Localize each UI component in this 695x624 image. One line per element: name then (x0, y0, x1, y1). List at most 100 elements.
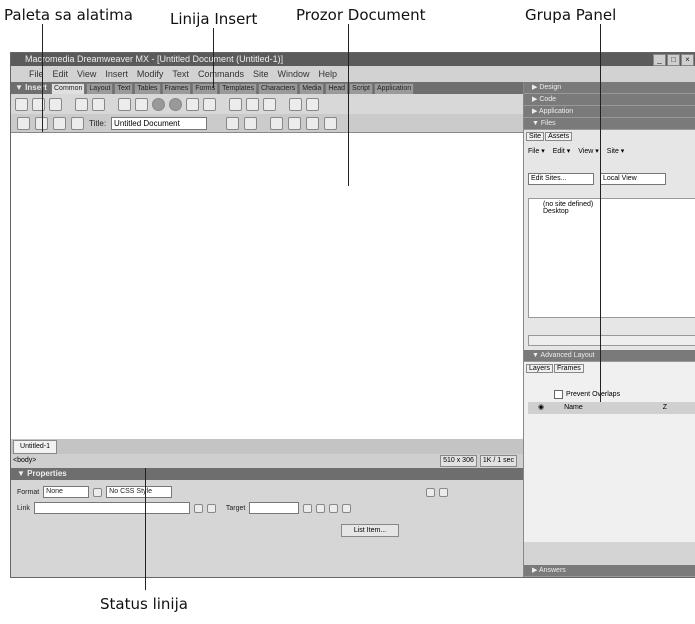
document-title-input[interactable] (111, 116, 208, 130)
document-tab[interactable]: Untitled-1 (13, 440, 57, 454)
adv-tab-layers[interactable]: Layers (526, 364, 554, 373)
menu-help[interactable]: Help (318, 66, 337, 82)
menu-edit[interactable]: Edit (53, 66, 69, 82)
layer-icon[interactable] (92, 97, 105, 111)
callout-panel-group: Grupa Panel (525, 6, 617, 24)
reference-icon[interactable] (288, 116, 302, 130)
view-options-icon[interactable] (324, 116, 338, 130)
style-icon (93, 487, 103, 497)
adv-tab-frames[interactable]: Frames (554, 364, 584, 373)
code-view-icon[interactable] (17, 116, 30, 130)
panel-files[interactable]: ▼ Files (524, 118, 695, 130)
layers-grid-header: ◉ Name Z (528, 402, 695, 414)
preview-browser-icon[interactable] (244, 116, 258, 130)
download-time: 1K / 1 sec (479, 455, 517, 467)
insert-icons-row (11, 94, 523, 114)
files-menu: File ▾ Edit ▾ View ▾ Site ▾ (524, 147, 695, 155)
panel-code[interactable]: ▶ Code (524, 94, 695, 106)
leader-document (348, 24, 349, 186)
prevent-overlaps-checkbox[interactable]: Prevent Overlaps (554, 390, 620, 399)
files-menu-site[interactable]: Site ▾ (607, 147, 625, 155)
window-controls: _ □ × (653, 54, 694, 66)
indent-icon[interactable] (342, 503, 352, 513)
italic-icon[interactable] (439, 487, 449, 497)
image-icon[interactable] (118, 97, 131, 111)
bold-icon[interactable] (426, 487, 436, 497)
menu-commands[interactable]: Commands (198, 66, 244, 82)
link-input[interactable] (33, 502, 190, 514)
properties-title[interactable]: ▼ Properties (11, 468, 523, 480)
named-anchor-icon[interactable] (49, 97, 62, 111)
hyperlink-icon[interactable] (15, 97, 28, 111)
checkbox-box[interactable] (554, 390, 563, 399)
files-scrollbar[interactable] (528, 335, 695, 346)
fireworks-html-icon[interactable] (152, 97, 165, 111)
tree-item-desktop[interactable]: Desktop (531, 208, 693, 215)
leader-status (145, 468, 146, 590)
comment-icon[interactable] (289, 97, 302, 111)
view-select[interactable]: Local View (600, 173, 666, 185)
files-tabs: Site Assets (524, 130, 695, 143)
panel-application[interactable]: ▶ Application (524, 106, 695, 118)
tree-item-nosite[interactable]: (no site defined) (531, 201, 693, 208)
browse-folder-icon[interactable] (206, 503, 216, 513)
files-tab-site[interactable]: Site (526, 132, 545, 141)
point-to-file-icon[interactable] (193, 503, 203, 513)
tag-chooser-icon[interactable] (306, 97, 319, 111)
site-select[interactable]: Edit Sites... (528, 173, 594, 185)
menu-site[interactable]: Site (253, 66, 269, 82)
flash-icon[interactable] (169, 97, 182, 111)
code-navigation-icon[interactable] (306, 116, 320, 130)
target-select[interactable] (249, 502, 300, 514)
horizontal-rule-icon[interactable] (229, 97, 242, 111)
live-data-icon[interactable] (71, 116, 84, 130)
separator (280, 98, 285, 111)
navigation-bar-icon[interactable] (203, 97, 216, 111)
menu-bar: File Edit View Insert Modify Text Comman… (11, 66, 695, 82)
panel-advanced-layout[interactable]: ▼ Advanced Layout (524, 350, 695, 362)
files-menu-edit[interactable]: Edit ▾ (553, 147, 571, 155)
callout-status-line: Status linija (100, 595, 188, 613)
maximize-button[interactable]: □ (667, 54, 680, 66)
window-size[interactable]: 510 x 306 (440, 455, 477, 467)
list-item-button[interactable]: List Item... (341, 524, 399, 537)
panel-answers[interactable]: ▶ Answers (524, 565, 695, 577)
file-management-icon[interactable] (226, 116, 240, 130)
panel-group: ▶ Design ▶ Code ▶ Application ▼ Files Si… (523, 82, 695, 577)
design-view-icon[interactable] (53, 116, 66, 130)
menu-insert[interactable]: Insert (105, 66, 128, 82)
menu-view[interactable]: View (77, 66, 96, 82)
ordered-list-icon[interactable] (316, 503, 326, 513)
format-label: Format (17, 488, 40, 496)
unordered-list-icon[interactable] (303, 503, 313, 513)
outdent-icon[interactable] (329, 503, 339, 513)
image-placeholder-icon[interactable] (135, 97, 148, 111)
rollover-image-icon[interactable] (186, 97, 199, 111)
tabular-data-icon[interactable] (263, 97, 276, 111)
properties-panel: ▼ Properties Format None No CSS Style Li… (11, 468, 523, 577)
document-canvas[interactable] (11, 132, 523, 439)
email-link-icon[interactable] (32, 97, 45, 111)
menu-window[interactable]: Window (277, 66, 309, 82)
files-tab-assets[interactable]: Assets (545, 132, 573, 141)
title-bar: Macromedia Dreamweaver MX - [Untitled Do… (11, 53, 695, 66)
link-label: Link (17, 504, 30, 512)
refresh-icon[interactable] (270, 116, 284, 130)
files-menu-file[interactable]: File ▾ (528, 147, 545, 155)
leader-panel (600, 24, 601, 402)
close-button[interactable]: × (681, 54, 694, 66)
format-select[interactable]: None (43, 486, 90, 498)
grid-name-header: Name (564, 404, 583, 411)
files-tree: (no site defined) Desktop (528, 198, 695, 318)
date-icon[interactable] (246, 97, 259, 111)
menu-modify[interactable]: Modify (137, 66, 164, 82)
panel-design[interactable]: ▶ Design (524, 82, 695, 94)
insert-bar: ▼ Insert Common Layout Text Tables Frame… (11, 82, 523, 95)
eye-icon: ◉ (538, 404, 545, 411)
menu-text[interactable]: Text (172, 66, 189, 82)
style-select[interactable]: No CSS Style (106, 486, 173, 498)
minimize-button[interactable]: _ (653, 54, 666, 66)
table-icon[interactable] (75, 97, 88, 111)
files-menu-view[interactable]: View ▾ (578, 147, 599, 155)
tag-selector[interactable]: <body> (13, 454, 36, 468)
